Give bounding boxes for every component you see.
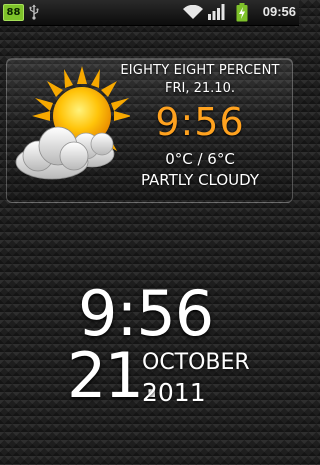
battery-charging-icon xyxy=(236,3,248,26)
notification-badge[interactable]: 88 xyxy=(3,4,24,21)
status-bar[interactable]: 88 09:56 xyxy=(0,0,299,26)
clock-year: 2011 xyxy=(142,378,206,407)
weather-time[interactable]: 9:56 xyxy=(112,100,288,144)
wifi-icon xyxy=(183,4,203,24)
clock-month: OCTOBER xyxy=(142,350,250,375)
location-label: EIGHTY EIGHT PERCENT xyxy=(120,63,280,78)
weather-condition: PARTLY CLOUDY xyxy=(140,171,260,189)
status-bar-time: 09:56 xyxy=(262,4,296,19)
usb-icon xyxy=(29,4,39,24)
date-label: FRI, 21.10. xyxy=(165,81,235,96)
temperature-range: 0°C / 6°C xyxy=(165,150,235,168)
signal-icon xyxy=(208,4,226,24)
